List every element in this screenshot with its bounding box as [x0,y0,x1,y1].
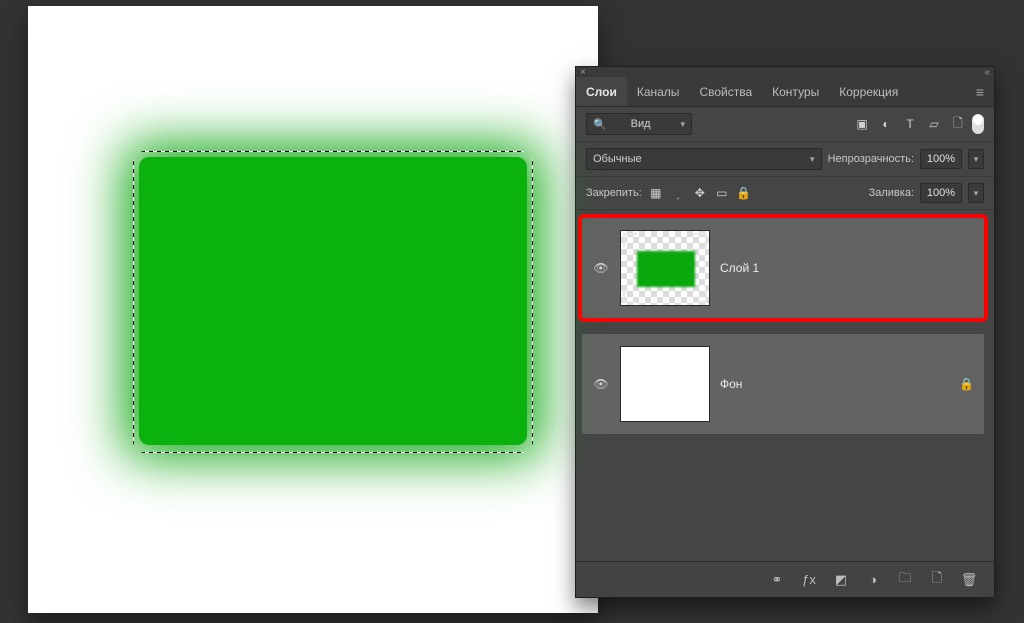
layer-thumbnail[interactable] [620,346,710,422]
document-canvas[interactable] [28,6,598,613]
layer-filter-select[interactable]: 🔍 Вид ▾ [586,113,692,135]
search-icon: 🔍 [593,118,607,131]
filter-toggle[interactable] [972,114,984,134]
layer-list: 👁 Слой 1 👁 Фон 🔒 [576,210,994,561]
chevron-down-icon: ▾ [680,119,685,130]
tab-adjustments[interactable]: Коррекция [829,77,908,106]
collapse-icon[interactable]: « [984,67,990,78]
opacity-value[interactable]: 100% [920,149,962,169]
lock-pixels-icon[interactable]: ▦ [648,186,664,200]
filter-smart-icon[interactable]: 🗋 [950,116,966,132]
fill-value[interactable]: 100% [920,183,962,203]
lock-brush-icon[interactable]: ˏ [670,186,686,200]
tab-paths[interactable]: Контуры [762,77,829,106]
lock-position-icon[interactable]: ✥ [692,186,708,200]
lock-label: Закрепить: [586,187,642,199]
panel-tabs: Слои Каналы Свойства Контуры Коррекция ≡ [576,77,994,107]
layer-thumbnail[interactable] [620,230,710,306]
filter-label: Вид [631,118,651,130]
chevron-down-icon: ▾ [810,154,815,165]
panel-titlebar: × « [576,67,994,77]
panel-footer: ⚭ ƒx ◩ ◑ 🗀 🗋 🗑 [576,561,994,597]
tab-properties[interactable]: Свойства [689,77,762,106]
opacity-label: Непрозрачность: [828,153,914,165]
visibility-toggle[interactable]: 👁 [592,377,610,391]
lock-icon[interactable]: 🔒 [959,377,974,391]
add-mask-icon[interactable]: ◩ [832,572,850,588]
new-layer-icon[interactable]: 🗋 [928,569,946,591]
blend-mode-select[interactable]: Обычные ▾ [586,148,822,170]
fill-stepper[interactable]: ▾ [968,183,984,203]
opacity-stepper[interactable]: ▾ [968,149,984,169]
selection-marquee[interactable] [133,151,533,453]
blend-mode-value: Обычные [593,153,642,165]
lock-artboard-icon[interactable]: ▭ [714,186,730,200]
tab-layers[interactable]: Слои [576,77,627,106]
filter-pixel-icon[interactable]: ▣ [854,116,870,132]
filter-adjust-icon[interactable]: ◐ [878,116,894,132]
tab-channels[interactable]: Каналы [627,77,690,106]
panel-menu-icon[interactable]: ≡ [972,84,988,100]
new-group-icon[interactable]: 🗀 [896,569,914,591]
link-layers-icon[interactable]: ⚭ [768,572,786,588]
fx-icon[interactable]: ƒx [800,572,818,587]
close-icon[interactable]: × [580,67,586,78]
layer-row[interactable]: 👁 Слой 1 [582,218,984,318]
visibility-toggle[interactable]: 👁 [592,261,610,275]
delete-layer-icon[interactable]: 🗑 [960,572,978,588]
lock-all-icon[interactable]: 🔒 [736,186,752,200]
thumbnail-content [637,251,695,287]
new-adjustment-icon[interactable]: ◑ [864,572,882,587]
layer-row[interactable]: 👁 Фон 🔒 [582,334,984,434]
layers-panel: × « Слои Каналы Свойства Контуры Коррекц… [575,66,995,598]
filter-type-icon[interactable]: T [902,116,918,132]
layer-name[interactable]: Слой 1 [720,261,759,275]
fill-label: Заливка: [869,187,914,199]
filter-shape-icon[interactable]: ▱ [926,116,942,132]
filter-row: 🔍 Вид ▾ ▣ ◐ T ▱ 🗋 [576,107,994,142]
blend-row: Обычные ▾ Непрозрачность: 100% ▾ [576,142,994,177]
lock-row: Закрепить: ▦ ˏ ✥ ▭ 🔒 Заливка: 100% ▾ [576,177,994,210]
layer-name[interactable]: Фон [720,377,742,391]
